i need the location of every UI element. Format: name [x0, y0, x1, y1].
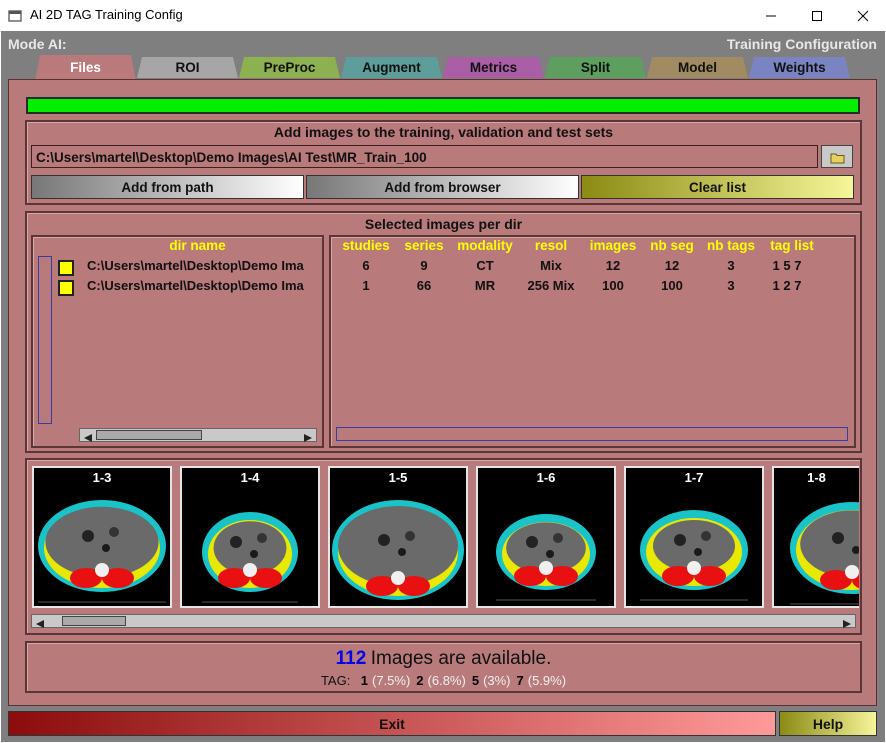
ct-slice-image — [640, 510, 748, 601]
arrow-right-icon[interactable] — [842, 616, 852, 634]
tab-files[interactable]: Files — [35, 55, 136, 81]
scrollbar-thumb[interactable] — [62, 616, 126, 626]
help-button[interactable]: Help — [779, 711, 877, 736]
dir-name: C:\Users\martel\Desktop\Demo Ima — [87, 278, 304, 293]
tab-split[interactable]: Split — [545, 57, 646, 78]
app-icon — [8, 9, 22, 23]
thumbnail-label: 1-6 — [536, 470, 556, 485]
thumbnail-label: 1-7 — [684, 470, 704, 485]
image-thumbnail[interactable]: 1-8 — [772, 466, 859, 608]
dir-list-scrollbar[interactable] — [79, 428, 317, 442]
config-label: Training Configuration — [726, 36, 877, 52]
stats-table-footer-frame — [336, 427, 848, 441]
dir-checkbox[interactable] — [58, 260, 74, 276]
close-button[interactable] — [840, 0, 886, 31]
tag-id: 5 — [471, 673, 480, 688]
table-cell-tag-list: 1 5 7 — [772, 258, 802, 273]
tag-summary: TAG: 1 (7.5%) 2 (6.8%) 5 (3%) 7 (5.9%) — [25, 672, 862, 690]
tag-id: 7 — [516, 673, 524, 688]
thumbnail-label: 1-8 — [807, 470, 826, 485]
clear-list-button[interactable]: Clear list — [581, 175, 854, 199]
thumbnail-scrollbar[interactable] — [31, 614, 856, 628]
tag-percentage: (7.5%) — [372, 673, 411, 688]
tag-percentage: (5.9%) — [527, 673, 567, 688]
tag-id: 1 — [360, 673, 368, 688]
browse-folder-button[interactable] — [821, 145, 853, 168]
tag-percentage: (3%) — [483, 673, 511, 688]
image-thumbnail[interactable]: 1-6 — [476, 466, 616, 608]
image-count-line: 112 Images are available. — [25, 648, 862, 670]
image-count: 112 — [335, 648, 367, 669]
window-title: AI 2D TAG Training Config — [30, 7, 183, 22]
tab-preproc[interactable]: PreProc — [239, 57, 340, 78]
tab-augment[interactable]: Augment — [341, 57, 442, 78]
progress-bar — [26, 97, 860, 114]
tag-percentage: (6.8%) — [427, 673, 466, 688]
image-count-text: Images are available. — [370, 648, 552, 669]
selected-images-title: Selected images per dir — [364, 216, 523, 232]
image-thumbnail[interactable]: 1-7 — [624, 466, 764, 608]
maximize-button[interactable] — [794, 0, 840, 31]
tab-roi[interactable]: ROI — [137, 57, 238, 78]
arrow-left-icon[interactable] — [35, 616, 45, 634]
ct-slice-image — [332, 500, 464, 600]
ct-slice-image — [790, 502, 859, 605]
add-from-path-button[interactable]: Add from path — [31, 175, 304, 199]
tag-label: TAG: — [320, 673, 351, 688]
minimize-button[interactable] — [748, 0, 794, 31]
ct-slice-image — [202, 512, 298, 603]
tab-model[interactable]: Model — [647, 57, 748, 78]
image-thumbnail[interactable]: 1-3 — [32, 466, 172, 608]
title-bar: AI 2D TAG Training Config — [0, 0, 886, 32]
image-thumbnail[interactable]: 1-4 — [180, 466, 320, 608]
add-images-title: Add images to the training, validation a… — [273, 124, 614, 140]
mode-label: Mode AI: — [8, 36, 67, 52]
path-input[interactable]: C:\Users\martel\Desktop\Demo Images\AI T… — [31, 145, 818, 168]
folder-icon — [830, 151, 846, 169]
ct-slice-image — [496, 514, 596, 601]
dir-list-side-frame — [38, 256, 52, 424]
thumbnail-label: 1-3 — [92, 470, 112, 485]
ct-slice-image — [38, 500, 166, 603]
column-header-tag-list: tag list — [770, 238, 814, 253]
exit-button[interactable]: Exit — [8, 711, 776, 736]
tab-weights[interactable]: Weights — [749, 57, 850, 78]
dir-name-header: dir name — [169, 238, 226, 253]
tab-metrics[interactable]: Metrics — [443, 57, 544, 78]
arrow-right-icon[interactable] — [303, 430, 313, 448]
scrollbar-thumb[interactable] — [96, 430, 202, 440]
tag-id: 2 — [416, 673, 424, 688]
dir-name: C:\Users\martel\Desktop\Demo Ima — [87, 258, 304, 273]
dir-checkbox[interactable] — [58, 280, 74, 296]
thumbnail-label: 1-5 — [388, 470, 408, 485]
table-cell-tag-list: 1 2 7 — [772, 278, 802, 293]
add-from-browser-button[interactable]: Add from browser — [306, 175, 579, 199]
image-thumbnail[interactable]: 1-5 — [328, 466, 468, 608]
arrow-left-icon[interactable] — [83, 430, 93, 448]
thumbnail-label: 1-4 — [240, 470, 260, 485]
